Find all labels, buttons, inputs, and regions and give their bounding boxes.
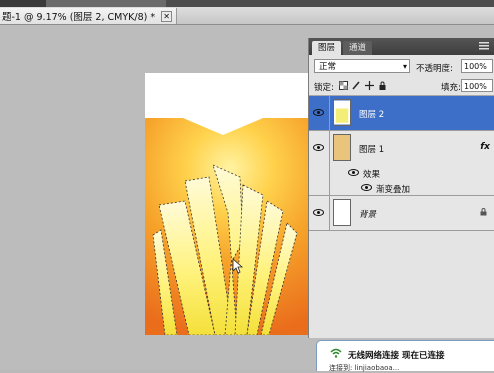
hand-cursor-icon xyxy=(232,258,244,274)
layer-row-layer-2[interactable]: 图层 2 xyxy=(309,96,494,131)
layers-panel: 图层 通道 正常 ▾ 不透明度: 100% 锁定: 填充: 100% 图层 2 … xyxy=(308,38,494,338)
notification-title: 无线网络连接 现在已连接 xyxy=(348,351,445,361)
document-tab[interactable]: 题-1 @ 9.17% (图层 2, CMYK/8) * ✕ xyxy=(0,8,178,24)
layers-list: 图层 2 图层 1 fx 效果 渐变叠加 背景 xyxy=(309,96,494,231)
move-icon[interactable] xyxy=(365,81,374,90)
close-icon[interactable]: ✕ xyxy=(161,10,173,22)
layer-name: 图层 1 xyxy=(359,145,385,155)
opacity-label: 不透明度: xyxy=(416,64,453,74)
eye-icon[interactable] xyxy=(348,169,359,176)
lock-row: 锁定: 填充: 100% xyxy=(309,77,494,96)
eye-icon[interactable] xyxy=(313,209,324,216)
blend-row: 正常 ▾ 不透明度: 100% xyxy=(309,55,494,77)
document-canvas[interactable] xyxy=(145,73,308,335)
lock-icon[interactable] xyxy=(378,81,387,90)
layer-1-thumbnail xyxy=(333,134,351,161)
eye-icon[interactable] xyxy=(361,184,372,191)
layer-row-layer-1[interactable]: 图层 1 fx xyxy=(309,131,494,165)
gradient-overlay-label: 渐变叠加 xyxy=(376,185,411,195)
lock-transparent-pixels-icon[interactable] xyxy=(339,81,348,90)
chevron-down-icon: ▾ xyxy=(402,62,407,71)
opacity-input[interactable]: 100% xyxy=(461,59,493,73)
layer-2-thumbnail xyxy=(333,99,351,126)
top-strip xyxy=(0,0,494,7)
document-tab-title: 题-1 @ 9.17% (图层 2, CMYK/8) * xyxy=(2,12,156,23)
tab-layers[interactable]: 图层 xyxy=(312,41,342,55)
fill-label: 填充: xyxy=(441,83,461,93)
effects-label: 效果 xyxy=(363,170,381,180)
brush-icon[interactable] xyxy=(352,81,361,90)
blend-mode-select[interactable]: 正常 ▾ xyxy=(314,59,410,73)
lock-label: 锁定: xyxy=(314,83,334,93)
fill-input[interactable]: 100% xyxy=(461,79,493,92)
notification-subtitle: 连接到: linjiaobaoa... xyxy=(329,364,400,372)
layer-name: 背景 xyxy=(359,210,377,220)
gradient-overlay-row[interactable]: 渐变叠加 xyxy=(309,180,494,195)
layer-name: 图层 2 xyxy=(359,110,385,120)
wifi-notification[interactable]: 无线网络连接 现在已连接 连接到: linjiaobaoa... xyxy=(316,340,494,372)
background-thumbnail xyxy=(333,199,351,226)
document-tab-bar: 题-1 @ 9.17% (图层 2, CMYK/8) * ✕ xyxy=(0,7,494,25)
panel-menu-icon[interactable] xyxy=(479,42,489,50)
lock-icon xyxy=(480,208,487,216)
eye-icon[interactable] xyxy=(313,109,324,116)
wifi-icon xyxy=(330,348,342,358)
blend-mode-value: 正常 xyxy=(319,62,337,72)
layer-row-background[interactable]: 背景 xyxy=(309,196,494,231)
fx-icon[interactable]: fx xyxy=(480,142,490,152)
effects-row[interactable]: 效果 xyxy=(309,165,494,180)
eye-icon[interactable] xyxy=(313,144,324,151)
tab-channels[interactable]: 通道 xyxy=(343,41,373,55)
panel-tab-bar: 图层 通道 xyxy=(309,38,494,55)
